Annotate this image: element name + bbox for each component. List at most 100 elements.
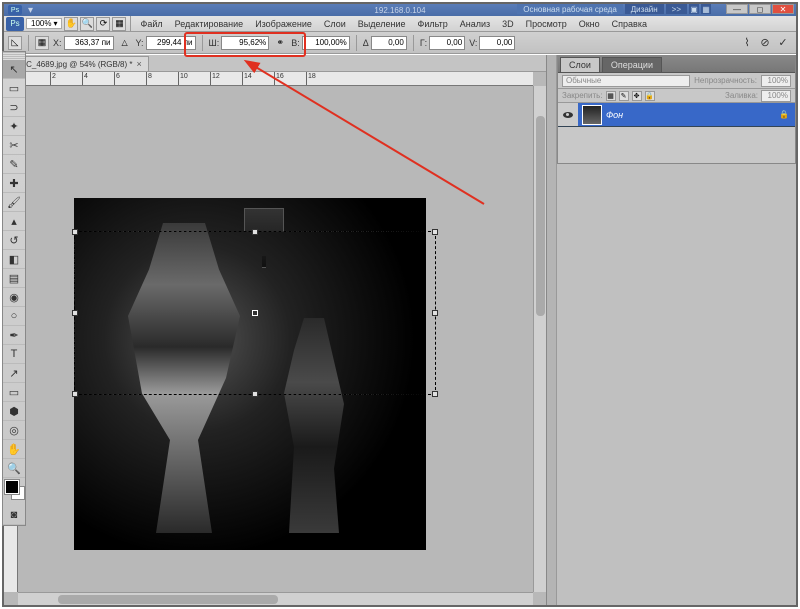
tool-path[interactable]: ↗ <box>3 364 25 383</box>
tool-shape[interactable]: ▭ <box>3 383 25 402</box>
blend-mode-select[interactable]: Обычные <box>562 75 690 87</box>
color-swatches[interactable] <box>3 478 25 506</box>
document-tab-close[interactable]: × <box>137 59 142 69</box>
workspace-expand[interactable]: >> <box>666 4 687 14</box>
tool-marquee[interactable]: ▭ <box>3 79 25 98</box>
panel-collapse-strip[interactable] <box>547 55 557 605</box>
tool-dodge[interactable]: ○ <box>3 307 25 326</box>
lock-indicator-icon: 🔒 <box>779 110 789 119</box>
tool-3d[interactable]: ⬢ <box>3 402 25 421</box>
document-tab[interactable]: DSC_4689.jpg @ 54% (RGB/8) * × <box>8 56 149 71</box>
zoom-select-small[interactable]: ▾ <box>28 5 33 16</box>
x-input[interactable] <box>64 36 114 50</box>
tool-brush[interactable]: 🖌 <box>3 193 25 212</box>
commit-transform-icon[interactable]: ✓ <box>776 36 790 50</box>
menu-file[interactable]: Файл <box>135 18 167 30</box>
vskew-input[interactable] <box>479 36 515 50</box>
tool-lasso[interactable]: ⊃ <box>3 98 25 117</box>
arrange-icon[interactable]: ▦ <box>112 17 126 31</box>
foreground-color[interactable] <box>5 480 19 494</box>
vskew-label: V: <box>469 38 477 48</box>
close-button[interactable]: ✕ <box>772 4 794 14</box>
lock-all-icon[interactable]: 🔒 <box>645 91 655 101</box>
layer-visibility-toggle[interactable] <box>558 103 578 126</box>
menu-view[interactable]: Просмотр <box>521 18 572 30</box>
ruler-horizontal[interactable]: 0 2 4 6 8 10 12 14 16 18 <box>18 72 533 86</box>
tool-pen[interactable]: ✒ <box>3 326 25 345</box>
tab-actions[interactable]: Операции <box>602 57 662 72</box>
tool-history-brush[interactable]: ↺ <box>3 231 25 250</box>
tool-eraser[interactable]: ◧ <box>3 250 25 269</box>
image <box>74 198 426 550</box>
scrollbar-horizontal[interactable] <box>18 592 533 605</box>
rotate-view-icon[interactable]: ⟳ <box>96 17 110 31</box>
menu-3d[interactable]: 3D <box>497 18 519 30</box>
tool-stamp[interactable]: ▴ <box>3 212 25 231</box>
width-input[interactable] <box>221 36 269 50</box>
lock-position-icon[interactable]: ✥ <box>632 91 642 101</box>
height-input[interactable] <box>302 36 350 50</box>
scrollbar-vertical[interactable] <box>533 86 546 592</box>
tool-blur[interactable]: ◉ <box>3 288 25 307</box>
opacity-value[interactable]: 100% <box>761 75 791 87</box>
menu-select[interactable]: Выделение <box>353 18 411 30</box>
menu-analysis[interactable]: Анализ <box>455 18 495 30</box>
tool-hand[interactable]: ✋ <box>3 440 25 459</box>
menu-window[interactable]: Окно <box>574 18 605 30</box>
workspace-main[interactable]: Основная рабочая среда <box>517 4 623 14</box>
tool-wand[interactable]: ✦ <box>3 117 25 136</box>
eye-icon <box>563 112 573 118</box>
minimize-button[interactable]: — <box>726 4 748 14</box>
screen-mode-icon[interactable]: ▣ <box>689 4 699 14</box>
window-title: 192.168.0.104 <box>374 6 425 15</box>
tool-crop[interactable]: ✂ <box>3 136 25 155</box>
zoom-level-select[interactable]: 100%▾ <box>26 18 62 29</box>
handle-mid-right[interactable] <box>432 310 438 316</box>
toolbox-grip[interactable] <box>3 52 25 60</box>
grid-icon[interactable]: ▦ <box>701 4 711 14</box>
layer-name: Фон <box>606 110 623 120</box>
angle-input[interactable] <box>371 36 407 50</box>
link-wh-icon[interactable]: ⚭ <box>273 36 287 50</box>
lock-label: Закрепить: <box>562 91 603 100</box>
menu-filter[interactable]: Фильтр <box>412 18 452 30</box>
tool-gradient[interactable]: ▤ <box>3 269 25 288</box>
tab-layers[interactable]: Слои <box>560 57 600 72</box>
canvas[interactable] <box>18 86 533 592</box>
lock-paint-icon[interactable]: ✎ <box>619 91 629 101</box>
ps-logo[interactable]: Ps <box>6 17 24 31</box>
x-label: X: <box>53 38 62 48</box>
handle-bottom-right[interactable] <box>432 391 438 397</box>
tool-heal[interactable]: ✚ <box>3 174 25 193</box>
document-tab-label: DSC_4689.jpg @ 54% (RGB/8) * <box>15 60 133 69</box>
menu-help[interactable]: Справка <box>607 18 652 30</box>
lock-pixels-icon[interactable]: ▦ <box>606 91 616 101</box>
zoom-icon[interactable]: 🔍 <box>80 17 94 31</box>
tool-zoom[interactable]: 🔍 <box>3 459 25 478</box>
cancel-transform-icon[interactable]: ⊘ <box>758 36 772 50</box>
menu-edit[interactable]: Редактирование <box>170 18 249 30</box>
maximize-button[interactable]: ◻ <box>749 4 771 14</box>
layer-thumbnail[interactable] <box>582 105 602 125</box>
y-input[interactable] <box>146 36 196 50</box>
height-label: В: <box>291 38 300 48</box>
tool-eyedropper[interactable]: ✎ <box>3 155 25 174</box>
tool-3d-camera[interactable]: ◎ <box>3 421 25 440</box>
swap-xy-icon[interactable]: △ <box>118 36 132 50</box>
hskew-input[interactable] <box>429 36 465 50</box>
toolbox: ↖ ▭ ⊃ ✦ ✂ ✎ ✚ 🖌 ▴ ↺ ◧ ▤ ◉ ○ ✒ T ↗ ▭ ⬢ ◎ … <box>2 51 26 526</box>
hand-icon[interactable]: ✋ <box>64 17 78 31</box>
fill-value[interactable]: 100% <box>761 90 791 102</box>
tool-move[interactable]: ↖ <box>3 60 25 79</box>
warp-icon[interactable]: ⌇ <box>740 36 754 50</box>
workspace-design[interactable]: Дизайн <box>625 4 664 14</box>
handle-top-right[interactable] <box>432 229 438 235</box>
reference-point-icon[interactable]: ▦ <box>35 36 49 50</box>
tool-text[interactable]: T <box>3 345 25 364</box>
menu-layers[interactable]: Слои <box>319 18 351 30</box>
tool-quickmask[interactable]: ◙ <box>3 506 25 525</box>
angle-label: Δ <box>363 38 369 48</box>
layer-row[interactable]: Фон 🔒 <box>558 103 795 127</box>
transform-tool-icon[interactable]: ◺ <box>8 36 22 50</box>
menu-image[interactable]: Изображение <box>250 18 317 30</box>
